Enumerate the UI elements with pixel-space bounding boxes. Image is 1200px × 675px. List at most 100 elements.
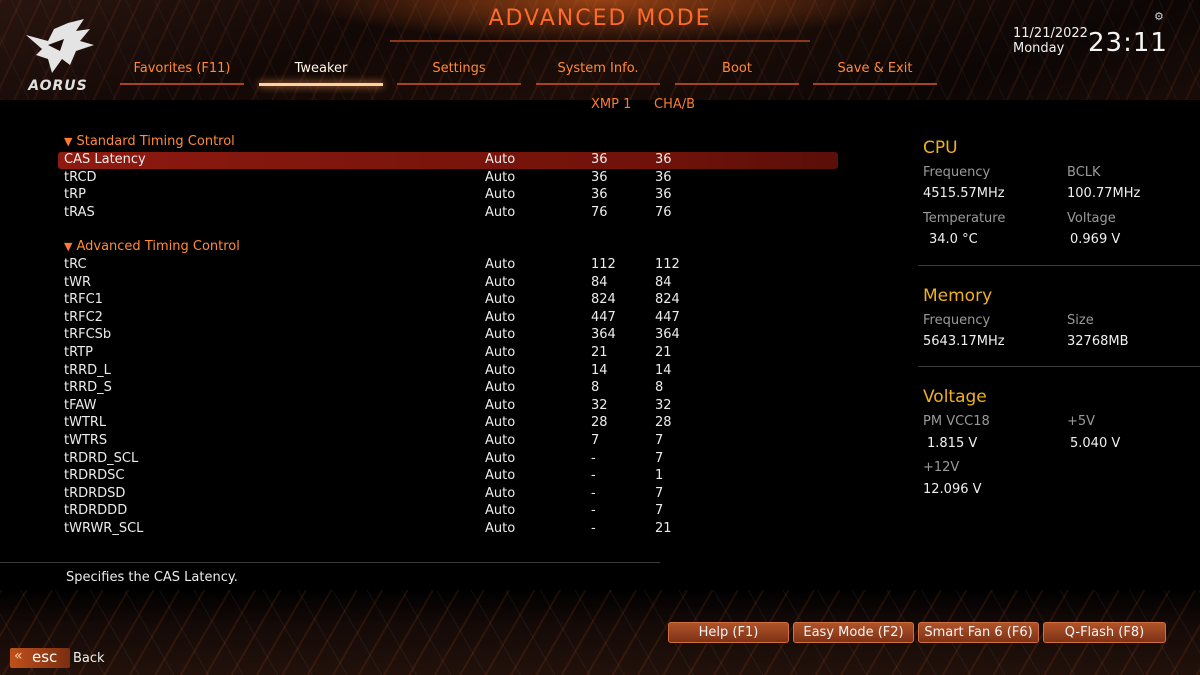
easy-mode-button[interactable]: Easy Mode (F2) [793, 622, 914, 643]
timing-name: tWR [64, 274, 91, 290]
timing-name: tRTP [64, 345, 93, 360]
timing-cha-value: 7 [655, 433, 664, 448]
cpu-frequency-value: 4515.57MHz [923, 186, 1005, 201]
timing-setting[interactable]: Auto [485, 310, 515, 325]
timing-xmp-value: 824 [591, 292, 616, 308]
timing-setting[interactable]: Auto [485, 503, 515, 518]
panel-divider [918, 366, 1200, 367]
timing-row[interactable]: tWRWR_SCL Auto - 21 [58, 521, 838, 538]
pm-vcc18-value: 1.815 V [927, 436, 978, 451]
help-button[interactable]: Help (F1) [668, 622, 789, 643]
date-display: 11/21/2022 Monday [1013, 26, 1088, 56]
timing-row[interactable]: tRDRDSD Auto - 7 [58, 486, 838, 503]
timing-name: tRDRDDD [64, 503, 128, 519]
timing-cha-value: 447 [655, 309, 680, 325]
timing-setting[interactable]: Auto [485, 521, 515, 536]
timing-setting[interactable]: Auto [485, 363, 515, 378]
collapse-triangle-icon[interactable]: ▼ [64, 240, 72, 253]
timing-row[interactable]: tRDRDSC Auto - 1 [58, 468, 838, 485]
settings-gear-icon[interactable]: ⚙ [1154, 10, 1164, 23]
timing-xmp-value: 7 [591, 433, 600, 448]
timing-cha-value: 14 [655, 362, 672, 378]
timing-row[interactable]: tRFC2 Auto 447 447 [58, 310, 838, 327]
timing-row[interactable]: CAS Latency Auto 36 36 [58, 152, 838, 169]
timing-xmp-value: - [591, 485, 596, 501]
panel-divider [918, 265, 1200, 266]
section-label: Standard Timing Control [76, 134, 235, 149]
timing-row[interactable]: tRRD_S Auto 8 8 [58, 380, 838, 397]
section-advanced-timing[interactable]: ▼ Advanced Timing Control [64, 239, 240, 254]
back-label[interactable]: Back [73, 651, 105, 666]
timing-row[interactable]: tRP Auto 36 36 [58, 187, 838, 204]
timing-setting[interactable]: Auto [485, 205, 515, 220]
timing-name: tFAW [64, 397, 97, 413]
timing-row[interactable]: tRC Auto 112 112 [58, 257, 838, 274]
timing-setting[interactable]: Auto [485, 398, 515, 413]
timing-xmp-value: 21 [591, 345, 608, 360]
timing-setting[interactable]: Auto [485, 468, 515, 483]
tab-system-info[interactable]: System Info. [536, 61, 660, 85]
timing-setting[interactable]: Auto [485, 327, 515, 342]
tab-save-exit[interactable]: Save & Exit [813, 61, 937, 85]
timing-name: tRAS [64, 205, 95, 220]
pm-vcc18-label: PM VCC18 [923, 414, 990, 429]
cpu-voltage-value: 0.969 V [1070, 232, 1121, 247]
timing-row[interactable]: tRFCSb Auto 364 364 [58, 327, 838, 344]
timing-setting[interactable]: Auto [485, 345, 515, 360]
timing-setting[interactable]: Auto [485, 275, 515, 290]
timing-name: tRRD_S [64, 380, 112, 396]
timing-setting[interactable]: Auto [485, 170, 515, 185]
timing-setting[interactable]: Auto [485, 257, 515, 272]
timing-name: tRFC2 [64, 309, 103, 325]
timing-xmp-value: 76 [591, 205, 608, 220]
timing-setting[interactable]: Auto [485, 433, 515, 448]
timing-name: tWRWR_SCL [64, 521, 144, 536]
timing-cha-value: 824 [655, 292, 680, 308]
timing-name: tRFC1 [64, 292, 103, 308]
tab-boot[interactable]: Boot [675, 61, 799, 85]
timing-name: tRFCSb [64, 327, 112, 343]
timing-row[interactable]: tRDRDDD Auto - 7 [58, 503, 838, 520]
timing-row[interactable]: tWTRL Auto 28 28 [58, 415, 838, 432]
timing-row[interactable]: tFAW Auto 32 32 [58, 398, 838, 415]
timing-row[interactable]: tRTP Auto 21 21 [58, 345, 838, 362]
timing-cha-value: 36 [655, 152, 672, 167]
memory-heading: Memory [923, 286, 993, 306]
timing-setting[interactable]: Auto [485, 187, 515, 202]
tab-favorites[interactable]: Favorites (F11) [120, 61, 244, 85]
timing-row[interactable]: tRRD_L Auto 14 14 [58, 363, 838, 380]
timing-name: tRC [64, 257, 87, 272]
brand-logo: AORUS [28, 78, 88, 94]
tab-tweaker[interactable]: Tweaker [259, 61, 383, 86]
timing-setting[interactable]: Auto [485, 486, 515, 501]
timing-row[interactable]: tWTRS Auto 7 7 [58, 433, 838, 450]
timing-xmp-value: - [591, 468, 596, 484]
timing-row[interactable]: tRCD Auto 36 36 [58, 170, 838, 187]
timing-xmp-value: 14 [591, 362, 608, 378]
timing-cha-value: 364 [655, 327, 680, 343]
smart-fan-button[interactable]: Smart Fan 6 (F6) [918, 622, 1039, 643]
timing-xmp-value: 32 [591, 397, 608, 413]
timing-setting[interactable]: Auto [485, 415, 515, 430]
tab-settings[interactable]: Settings [397, 61, 521, 85]
timing-row[interactable]: tWR Auto 84 84 [58, 275, 838, 292]
timing-xmp-value: - [591, 503, 596, 519]
timing-name: tRDRDSC [64, 468, 125, 484]
timing-xmp-value: 364 [591, 327, 616, 343]
timing-name: tWTRS [64, 433, 108, 448]
timing-setting[interactable]: Auto [485, 451, 515, 466]
plus12v-label: +12V [923, 460, 960, 475]
collapse-triangle-icon[interactable]: ▼ [64, 135, 72, 148]
memory-frequency-value: 5643.17MHz [923, 334, 1005, 349]
timing-setting[interactable]: Auto [485, 152, 515, 167]
timing-row[interactable]: tRFC1 Auto 824 824 [58, 292, 838, 309]
timing-cha-value: 7 [655, 450, 664, 466]
timing-row[interactable]: tRAS Auto 76 76 [58, 205, 838, 222]
timing-xmp-value: - [591, 450, 596, 466]
timing-setting[interactable]: Auto [485, 380, 515, 395]
plus5v-value: 5.040 V [1070, 436, 1121, 451]
q-flash-button[interactable]: Q-Flash (F8) [1043, 622, 1166, 643]
timing-row[interactable]: tRDRD_SCL Auto - 7 [58, 451, 838, 468]
timing-setting[interactable]: Auto [485, 292, 515, 307]
section-standard-timing[interactable]: ▼ Standard Timing Control [64, 134, 235, 149]
